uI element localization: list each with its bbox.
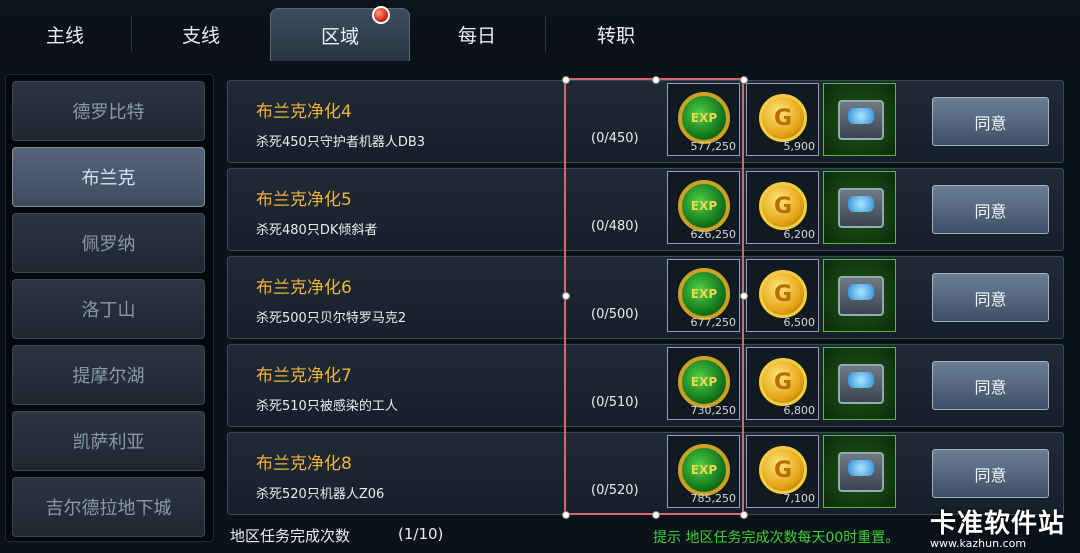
region-item[interactable]: 佩罗纳: [12, 213, 205, 273]
selection-rectangle: [562, 76, 748, 519]
region-item-selected[interactable]: 布兰克: [12, 147, 205, 207]
tab-side-quest[interactable]: 支线: [136, 8, 266, 60]
quest-description: 杀死500只贝尔特罗马克2: [256, 311, 407, 326]
gold-reward[interactable]: G 6,500: [746, 259, 819, 332]
selection-handle[interactable]: [740, 511, 748, 519]
region-label: 布兰克: [81, 168, 136, 189]
region-quest-count-label: 地区任务完成次数: [230, 527, 351, 545]
selection-handle[interactable]: [652, 76, 660, 84]
treasure-chest-icon: [838, 452, 884, 492]
item-reward[interactable]: [823, 259, 896, 332]
gem-icon: [848, 284, 874, 300]
tab-label: 每日: [457, 24, 496, 47]
accept-quest-button[interactable]: 同意: [932, 361, 1049, 410]
quest-description: 杀死510只被感染的工人: [256, 399, 398, 414]
region-item[interactable]: 提摩尔湖: [12, 345, 205, 405]
region-item[interactable]: 洛丁山: [12, 279, 205, 339]
region-label: 德罗比特: [72, 102, 145, 123]
region-sidebar: 德罗比特 布兰克 佩罗纳 洛丁山 提摩尔湖 凯萨利亚 吉尔德拉地下城: [5, 74, 214, 542]
quest-title: 布兰克净化7: [256, 366, 352, 386]
gold-amount: 6,500: [783, 316, 816, 329]
item-reward[interactable]: [823, 435, 896, 508]
tab-daily[interactable]: 每日: [412, 8, 542, 60]
item-reward[interactable]: [823, 83, 896, 156]
tab-bar: 主线 支线 区域 每日 转职: [0, 0, 1080, 62]
accept-quest-button[interactable]: 同意: [932, 273, 1049, 322]
gem-icon: [848, 108, 874, 124]
gem-icon: [848, 460, 874, 476]
item-reward[interactable]: [823, 171, 896, 244]
selection-handle[interactable]: [740, 292, 748, 300]
selection-handle[interactable]: [740, 76, 748, 84]
region-label: 洛丁山: [81, 300, 136, 321]
region-label: 佩罗纳: [81, 234, 136, 255]
tab-label: 转职: [596, 24, 635, 47]
selection-handle[interactable]: [562, 76, 570, 84]
gold-amount: 7,100: [783, 492, 816, 505]
tab-divider: [545, 16, 546, 52]
accept-quest-button[interactable]: 同意: [932, 449, 1049, 498]
gold-amount: 6,200: [783, 228, 816, 241]
selection-handle[interactable]: [562, 511, 570, 519]
treasure-chest-icon: [838, 100, 884, 140]
region-item[interactable]: 凯萨利亚: [12, 411, 205, 471]
gold-reward[interactable]: G 6,800: [746, 347, 819, 420]
treasure-chest-icon: [838, 188, 884, 228]
region-item[interactable]: 德罗比特: [12, 81, 205, 141]
region-quest-count: (1/10): [398, 525, 444, 543]
quest-title: 布兰克净化5: [256, 190, 352, 210]
quest-title: 布兰克净化6: [256, 278, 352, 298]
tab-class-change[interactable]: 转职: [551, 8, 681, 60]
quest-title: 布兰克净化8: [256, 454, 352, 474]
gold-reward[interactable]: G 7,100: [746, 435, 819, 508]
gem-icon: [848, 372, 874, 388]
treasure-chest-icon: [838, 364, 884, 404]
watermark-url: www.kazhun.com: [930, 537, 1027, 550]
region-label: 凯萨利亚: [72, 432, 145, 453]
gold-coin-icon: G: [759, 446, 807, 494]
gold-amount: 5,900: [783, 140, 816, 153]
region-label: 吉尔德拉地下城: [45, 498, 172, 519]
region-label: 提摩尔湖: [72, 366, 145, 387]
tab-main-quest[interactable]: 主线: [0, 8, 130, 60]
treasure-chest-icon: [838, 276, 884, 316]
gold-reward[interactable]: G 6,200: [746, 171, 819, 244]
quest-description: 杀死480只DK倾斜者: [256, 223, 378, 238]
quest-description: 杀死520只机器人Z06: [256, 487, 385, 502]
gold-amount: 6,800: [783, 404, 816, 417]
selection-handle[interactable]: [562, 292, 570, 300]
accept-quest-button[interactable]: 同意: [932, 185, 1049, 234]
item-reward[interactable]: [823, 347, 896, 420]
region-item[interactable]: 吉尔德拉地下城: [12, 477, 205, 537]
quest-description: 杀死450只守护者机器人DB3: [256, 135, 426, 150]
quest-title: 布兰克净化4: [256, 102, 352, 122]
gold-coin-icon: G: [759, 182, 807, 230]
watermark-logo: 卡准软件站: [930, 509, 1066, 539]
gold-coin-icon: G: [759, 270, 807, 318]
tab-label: 区域: [320, 25, 359, 48]
tab-label: 主线: [45, 24, 84, 47]
gold-reward[interactable]: G 5,900: [746, 83, 819, 156]
gold-coin-icon: G: [759, 358, 807, 406]
selection-handle[interactable]: [652, 511, 660, 519]
accept-quest-button[interactable]: 同意: [932, 97, 1049, 146]
gem-icon: [848, 196, 874, 212]
reset-tip: 提示 地区任务完成次数每天00时重置。: [653, 530, 900, 546]
gold-coin-icon: G: [759, 94, 807, 142]
notification-dot-icon: [372, 6, 390, 24]
tab-label: 支线: [181, 24, 220, 47]
tab-divider: [131, 16, 132, 52]
